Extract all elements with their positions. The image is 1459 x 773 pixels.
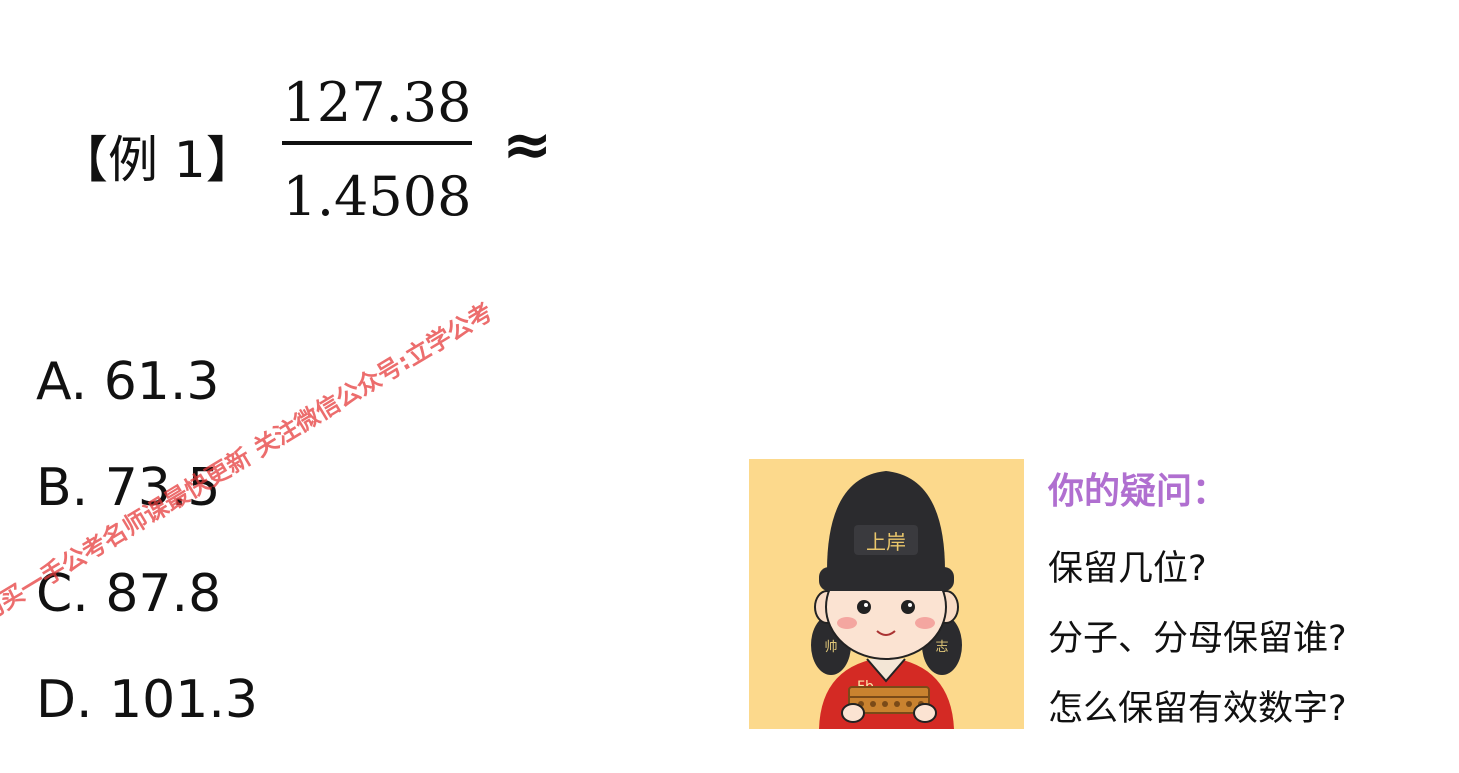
hat-text: 上岸 xyxy=(866,530,906,554)
doubt-item-2: 分子、分母保留谁? xyxy=(1048,619,1347,659)
avatar-card: Fb 帅 志 上岸 xyxy=(749,459,1024,729)
right-tassel-text: 志 xyxy=(935,640,948,655)
fraction-denominator: 1.4508 xyxy=(282,165,472,228)
left-tassel-text: 帅 xyxy=(824,640,837,655)
fraction-numerator: 127.38 xyxy=(282,71,472,134)
cartoon-character-illustration: Fb 帅 志 上岸 xyxy=(811,471,962,729)
doubt-item-3: 怎么保留有效数字? xyxy=(1048,689,1347,729)
doubts-title: 你的疑问： xyxy=(1048,471,1229,512)
fraction-bar xyxy=(282,141,472,145)
approx-symbol: ≈ xyxy=(502,110,553,180)
option-c: C. 87.8 xyxy=(36,564,222,624)
doubt-item-1: 保留几位? xyxy=(1048,549,1207,589)
question-label: 【例 1】 xyxy=(58,131,256,189)
option-a: A. 61.3 xyxy=(36,352,220,412)
option-b: B. 73.5 xyxy=(36,458,221,518)
option-d: D. 101.3 xyxy=(36,670,258,730)
